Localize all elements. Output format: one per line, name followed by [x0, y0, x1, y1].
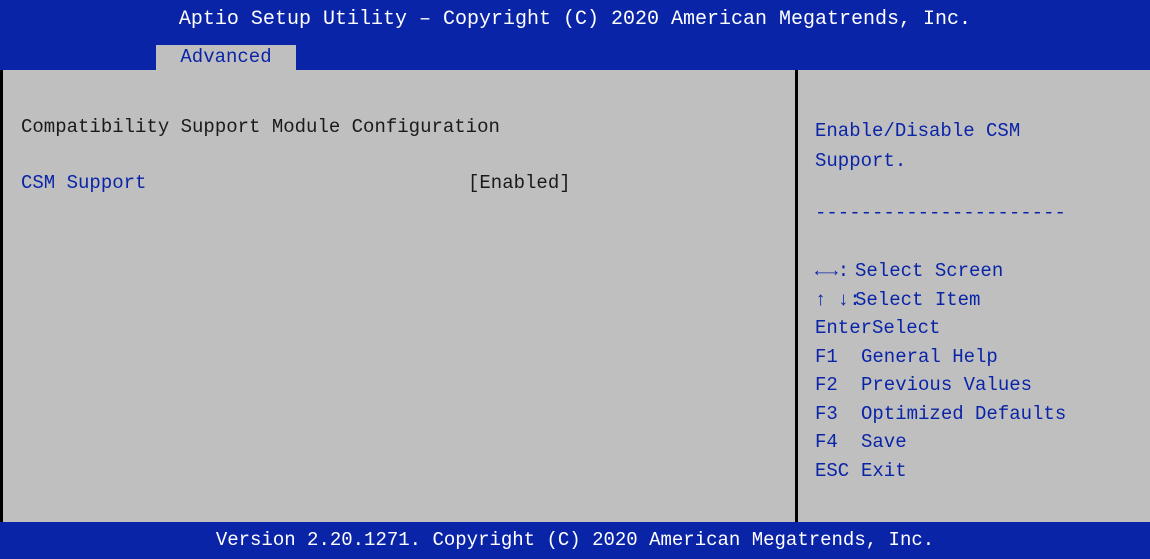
- key-legend-item: ←→: Select Screen: [815, 257, 1150, 286]
- key-legend-item: ESC Exit: [815, 457, 1150, 486]
- key-legend-item: F1 General Help: [815, 343, 1150, 372]
- footer-bar: Version 2.20.1271. Copyright (C) 2020 Am…: [0, 522, 1150, 559]
- key-action: Save: [861, 431, 907, 453]
- help-separator: ----------------------: [815, 202, 1066, 224]
- tab-bar: Advanced: [0, 40, 1150, 70]
- key-action: Optimized Defaults: [861, 402, 1067, 425]
- key-action: Select: [872, 317, 941, 339]
- help-panel: Enable/Disable CSM Support. ------------…: [798, 70, 1150, 522]
- key-label: Enter: [815, 317, 873, 339]
- key-legend-item: F2 Previous Values: [815, 371, 1150, 400]
- key-legend-item: F4 Save: [815, 428, 1150, 457]
- up-down-arrows-icon: ↑ ↓:: [815, 288, 861, 311]
- key-label: F4: [815, 431, 838, 453]
- key-label: F3: [815, 402, 838, 425]
- key-action: Select Screen: [855, 260, 1004, 282]
- left-right-arrows-icon: ←→:: [815, 260, 850, 282]
- key-action: Previous Values: [861, 374, 1033, 396]
- bios-screen: Aptio Setup Utility – Copyright (C) 2020…: [0, 0, 1150, 559]
- key-label: ESC: [815, 459, 850, 482]
- key-action: Exit: [861, 459, 907, 482]
- key-action: General Help: [861, 345, 998, 368]
- key-label: F1: [815, 345, 838, 368]
- key-legend: ←→: Select Screen ↑ ↓:Select Item EnterSe…: [815, 257, 1150, 485]
- key-legend-item: EnterSelect: [815, 314, 1150, 343]
- csm-support-label: CSM Support: [21, 172, 147, 194]
- csm-support-value[interactable]: [Enabled]: [468, 172, 571, 194]
- key-legend-item: F3 Optimized Defaults: [815, 400, 1150, 429]
- help-description: Enable/Disable CSM Support.: [815, 120, 1021, 172]
- tab-advanced[interactable]: Advanced: [156, 45, 296, 70]
- csm-support-option[interactable]: CSM Support [Enabled]: [3, 168, 798, 198]
- main-panel: Compatibility Support Module Configurati…: [0, 70, 798, 522]
- section-title: Compatibility Support Module Configurati…: [21, 116, 500, 138]
- title-bar: Aptio Setup Utility – Copyright (C) 2020…: [0, 0, 1150, 40]
- key-label: F2: [815, 374, 838, 396]
- key-legend-item: ↑ ↓:Select Item: [815, 286, 1150, 315]
- key-action: Select Item: [855, 288, 981, 311]
